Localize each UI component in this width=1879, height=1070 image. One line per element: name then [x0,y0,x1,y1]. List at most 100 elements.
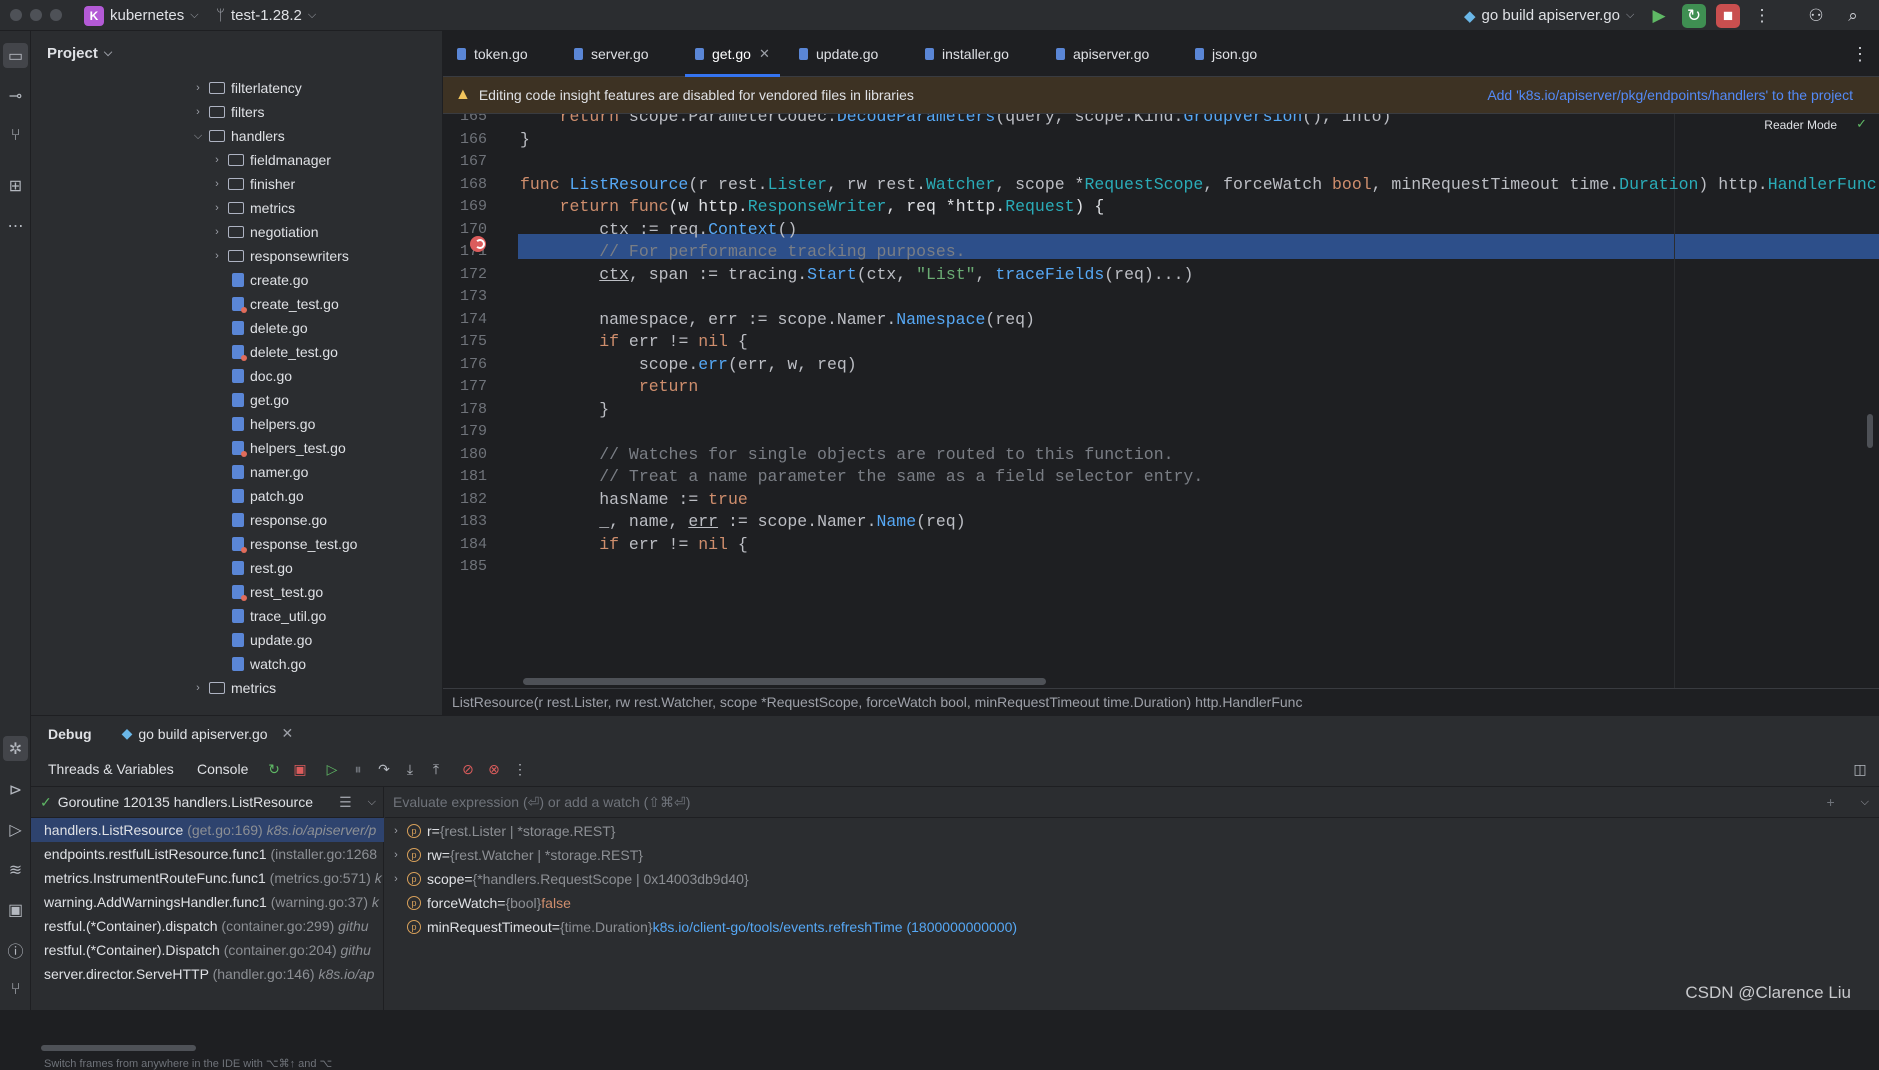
more-actions-icon[interactable]: ⋮ [1750,4,1774,28]
tree-file[interactable]: create_test.go [31,292,441,316]
add-user-icon[interactable]: ⚇ [1804,4,1828,28]
tree-file[interactable]: response.go [31,508,441,532]
tab-server-go[interactable]: server.go [574,31,649,77]
pull-requests-icon[interactable]: ⑂ [3,123,28,148]
services-icon[interactable]: ⊳ [3,777,28,802]
stop-icon[interactable]: ■ [1716,4,1740,28]
step-out-icon[interactable]: ⤒ [425,758,447,780]
more-icon[interactable]: ⋮ [509,758,531,780]
vertical-scrollbar[interactable] [1867,414,1873,448]
chevron-right-icon[interactable]: › [210,154,224,166]
chevron-right-icon[interactable]: › [385,825,407,837]
frames-scrollbar[interactable] [41,1045,196,1051]
line-number-gutter[interactable]: 165 166 167 168 169 170 171 172 173 174 175 176 177 1… [443,114,520,688]
search-icon[interactable]: ⌕ [1841,4,1865,28]
structure-icon[interactable]: ⊞ [3,173,28,198]
add-watch-icon[interactable]: + [1826,794,1834,810]
chevron-right-icon[interactable]: › [210,202,224,214]
debug-session-tab[interactable]: ◆ go build apiserver.go ✕ [122,725,294,742]
variable-row[interactable]: › p r = {rest.Lister | *storage.REST} [385,819,615,843]
variable-row[interactable]: p minRequestTimeout = {time.Duration} k8s… [385,915,1017,939]
evaluate-expression-field[interactable]: Evaluate expression (⏎) or add a watch (… [385,787,1879,818]
chevron-down-icon[interactable]: ⌵ [1861,796,1869,809]
stack-frame[interactable]: handlers.ListResource (get.go:169) k8s.i… [31,818,384,842]
chevron-down-icon[interactable]: ⌵ [191,130,205,143]
rerun-icon[interactable]: ↻ [263,758,285,780]
tree-folder[interactable]: › metrics [31,676,441,700]
step-over-icon[interactable]: ↷ [373,758,395,780]
tree-file[interactable]: doc.go [31,364,441,388]
stack-frame[interactable]: endpoints.restfulListResource.func1 (ins… [31,842,384,866]
tree-file[interactable]: create.go [31,268,441,292]
zoom-window-button[interactable] [50,9,62,21]
breadcrumb-signature[interactable]: ListResource(r rest.Lister, rw rest.Watc… [452,694,1302,710]
chevron-down-icon[interactable]: ⌵ [368,796,376,809]
run-tool-icon[interactable]: ▷ [3,817,28,842]
tree-folder[interactable]: › negotiation [31,220,441,244]
tree-folder[interactable]: › filters [31,100,441,124]
stack-frame[interactable]: metrics.InstrumentRouteFunc.func1 (metri… [31,866,384,890]
filter-icon[interactable]: ☰ [339,794,352,811]
branch-switcher[interactable]: ᛘ test-1.28.2 ⌵ [216,0,316,31]
tree-file[interactable]: get.go [31,388,441,412]
problems-icon[interactable]: ⓘ [3,937,28,962]
run-icon[interactable]: ▶ [1647,4,1671,28]
git-icon[interactable]: ⑂ [3,977,28,1002]
chevron-right-icon[interactable]: › [385,873,407,885]
tree-folder[interactable]: › responsewriters [31,244,441,268]
debug-icon[interactable]: ✲ [3,736,28,761]
tabs-more-icon[interactable]: ⋮ [1851,31,1869,77]
commit-icon[interactable]: ⊸ [3,83,28,108]
stop-debug-icon[interactable]: ▣ [289,758,311,780]
inspection-ok-icon[interactable]: ✓ [1856,116,1867,132]
tab-installer-go[interactable]: installer.go [925,31,1009,77]
tree-folder[interactable]: ⌵ handlers [31,124,441,148]
stack-frame[interactable]: restful.(*Container).dispatch (container… [31,914,384,938]
chevron-right-icon[interactable]: › [210,226,224,238]
tree-file[interactable]: update.go [31,628,441,652]
stack-frame[interactable]: restful.(*Container).Dispatch (container… [31,938,384,962]
chevron-right-icon[interactable]: › [191,106,205,118]
close-session-icon[interactable]: ✕ [282,725,294,742]
more-tools-icon[interactable]: ⋯ [3,213,28,238]
project-switcher[interactable]: K kubernetes ⌵ [84,0,199,31]
project-panel-header[interactable]: Project ⌵ [31,31,443,76]
tab-json-go[interactable]: json.go [1195,31,1257,77]
tree-file[interactable]: delete_test.go [31,340,441,364]
tree-folder[interactable]: › filterlatency [31,76,441,100]
tab-get-go[interactable]: get.go ✕ [685,31,780,77]
project-folder-icon[interactable]: ▭ [3,43,28,68]
pause-icon[interactable]: ⏸ [347,758,369,780]
layout-icon[interactable]: ◫ [1849,758,1871,780]
step-into-icon[interactable]: ⤓ [399,758,421,780]
mute-breakpoints-icon[interactable]: ⊗ [483,758,505,780]
tree-file[interactable]: trace_util.go [31,604,441,628]
horizontal-scrollbar[interactable] [523,678,1046,685]
chevron-right-icon[interactable]: › [210,178,224,190]
chevron-right-icon[interactable]: › [385,849,407,861]
chevron-right-icon[interactable]: › [210,250,224,262]
tree-file[interactable]: helpers_test.go [31,436,441,460]
reader-mode-toggle[interactable]: Reader Mode [1764,118,1837,132]
tab-update-go[interactable]: update.go [799,31,878,77]
tree-folder[interactable]: › finisher [31,172,441,196]
tab-apiserver-go[interactable]: apiserver.go [1056,31,1149,77]
tab-threads-variables[interactable]: Threads & Variables [48,761,174,777]
variable-value[interactable]: k8s.io/client-go/tools/events.refreshTim… [653,919,1017,935]
goroutine-selector[interactable]: ✓ Goroutine 120135 handlers.ListResource… [31,787,384,818]
tree-file[interactable]: rest.go [31,556,441,580]
layers-icon[interactable]: ≋ [3,857,28,882]
tree-file[interactable]: response_test.go [31,532,441,556]
variable-row[interactable]: › p rw = {rest.Watcher | *storage.REST} [385,843,643,867]
tree-folder[interactable]: › fieldmanager [31,148,441,172]
minimize-window-button[interactable] [30,9,42,21]
close-tab-icon[interactable]: ✕ [759,46,770,62]
stack-frame[interactable]: server.director.ServeHTTP (handler.go:14… [31,962,384,986]
add-to-project-link[interactable]: Add 'k8s.io/apiserver/pkg/endpoints/hand… [1487,87,1853,103]
resume-icon[interactable]: ▷ [321,758,343,780]
variable-row[interactable]: › p scope = {*handlers.RequestScope | 0x14… [385,867,748,891]
tab-console[interactable]: Console [197,761,248,777]
stack-frame[interactable]: warning.AddWarningsHandler.func1 (warnin… [31,890,384,914]
tree-folder[interactable]: › metrics [31,196,441,220]
tab-token-go[interactable]: token.go [457,31,528,77]
